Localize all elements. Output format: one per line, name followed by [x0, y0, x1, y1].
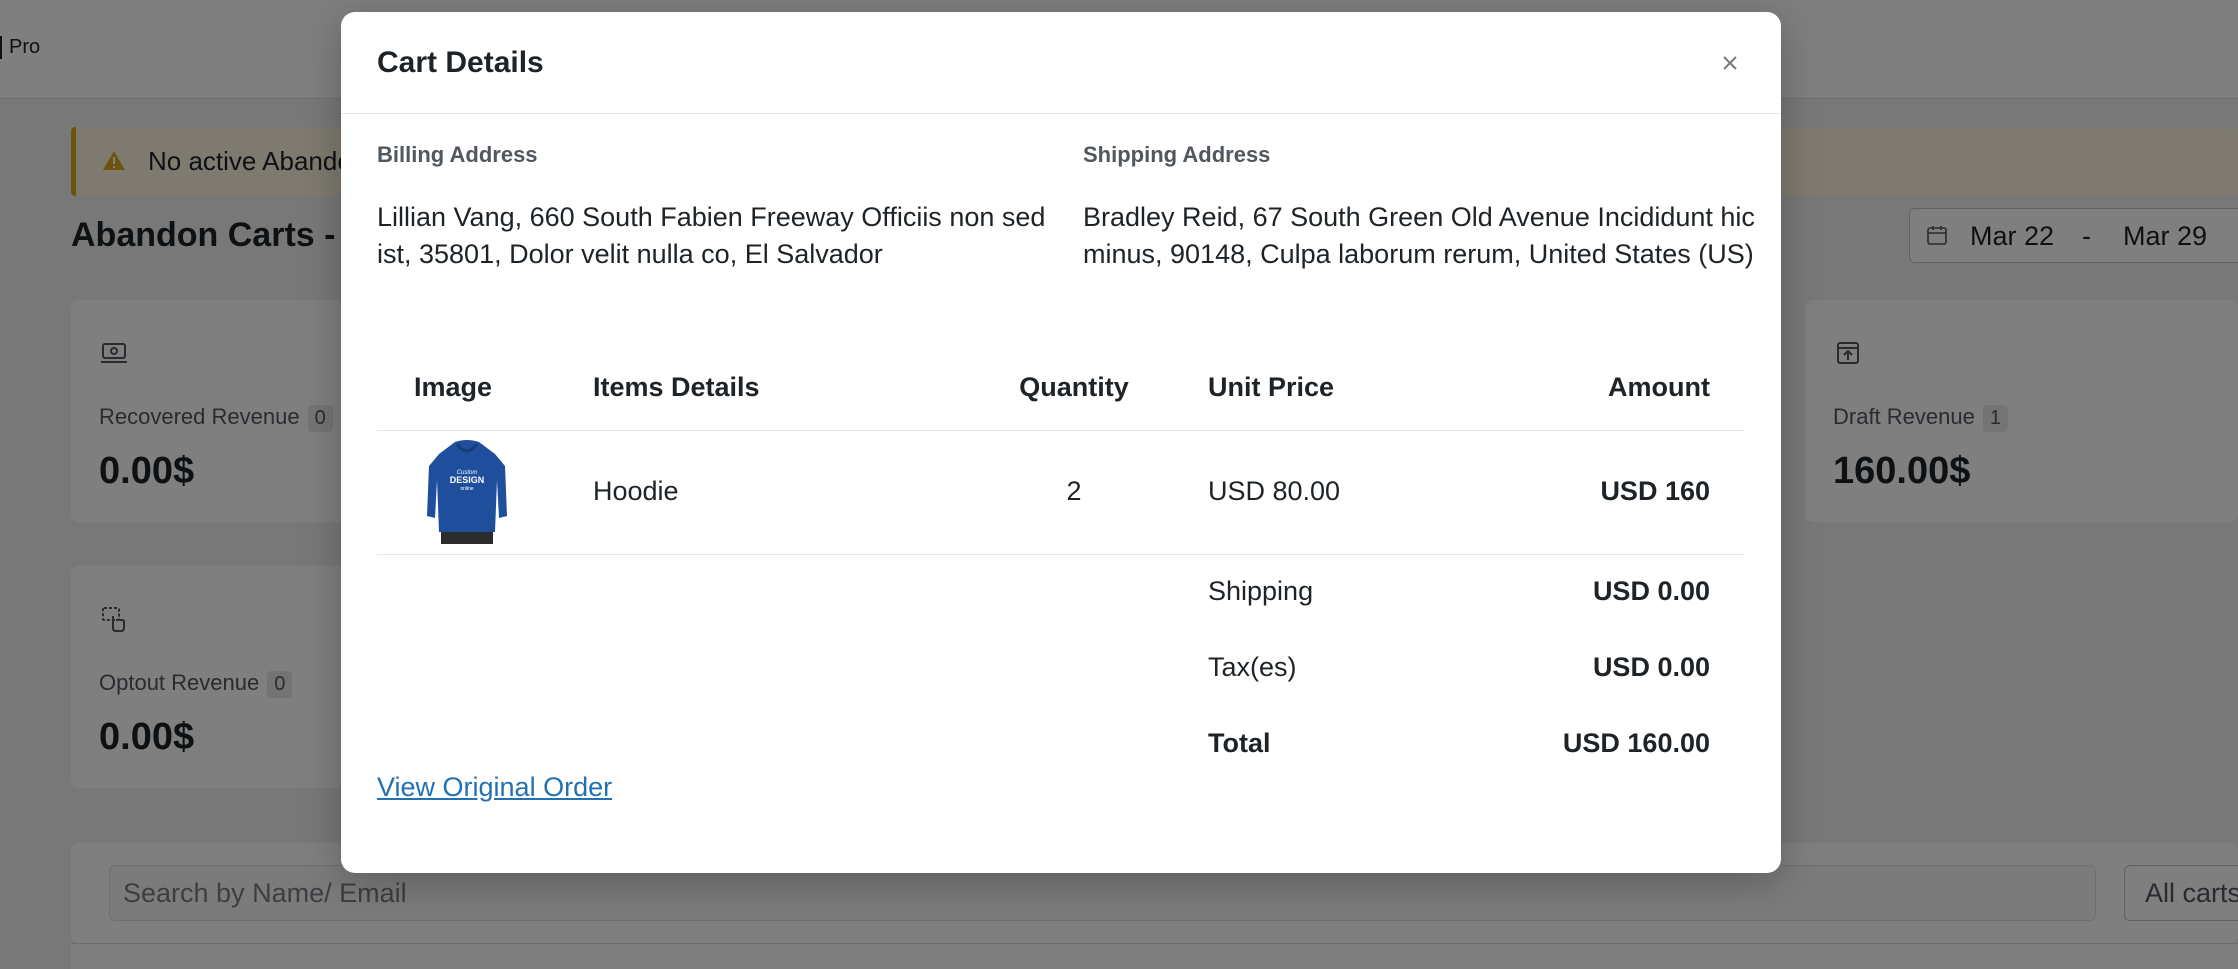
total-label: Total	[1208, 728, 1271, 758]
shipping-address: Shipping Address Bradley Reid, 67 South …	[1083, 142, 1763, 273]
divider	[377, 430, 1745, 431]
shipping-address-text: Bradley Reid, 67 South Green Old Avenue …	[1083, 202, 1755, 269]
billing-address: Billing Address Lillian Vang, 660 South …	[377, 142, 1057, 273]
view-original-order-link[interactable]: View Original Order	[377, 772, 612, 803]
item-amount: USD 160	[1600, 476, 1710, 506]
column-header-quantity: Quantity	[1019, 372, 1129, 402]
item-name: Hoodie	[593, 476, 679, 506]
billing-address-label: Billing Address	[377, 142, 538, 167]
shipping-label: Shipping	[1208, 576, 1314, 606]
cart-details-modal: Cart Details Billing Address Lillian Van…	[341, 12, 1781, 873]
close-icon[interactable]	[1715, 48, 1745, 78]
shipping-value: USD 0.00	[1592, 576, 1710, 606]
total-value: USD 160.00	[1562, 728, 1710, 758]
tax-label: Tax(es)	[1208, 652, 1297, 682]
svg-text:online: online	[460, 486, 474, 492]
modal-header: Cart Details	[341, 12, 1781, 114]
svg-text:DESIGN: DESIGN	[450, 475, 485, 485]
divider	[377, 554, 1745, 555]
column-header-amount: Amount	[1608, 372, 1710, 402]
modal-title: Cart Details	[377, 46, 544, 79]
tax-value: USD 0.00	[1592, 652, 1710, 682]
hoodie-product-image: Custom DESIGN online	[427, 440, 507, 544]
column-header-details: Items Details	[593, 372, 760, 402]
column-header-image: Image	[414, 372, 493, 402]
item-unit-price: USD 80.00	[1208, 476, 1341, 506]
billing-address-text: Lillian Vang, 660 South Fabien Freeway O…	[377, 202, 1046, 269]
shipping-address-label: Shipping Address	[1083, 142, 1271, 167]
item-quantity: 2	[1066, 476, 1082, 506]
column-header-unit-price: Unit Price	[1208, 372, 1335, 402]
